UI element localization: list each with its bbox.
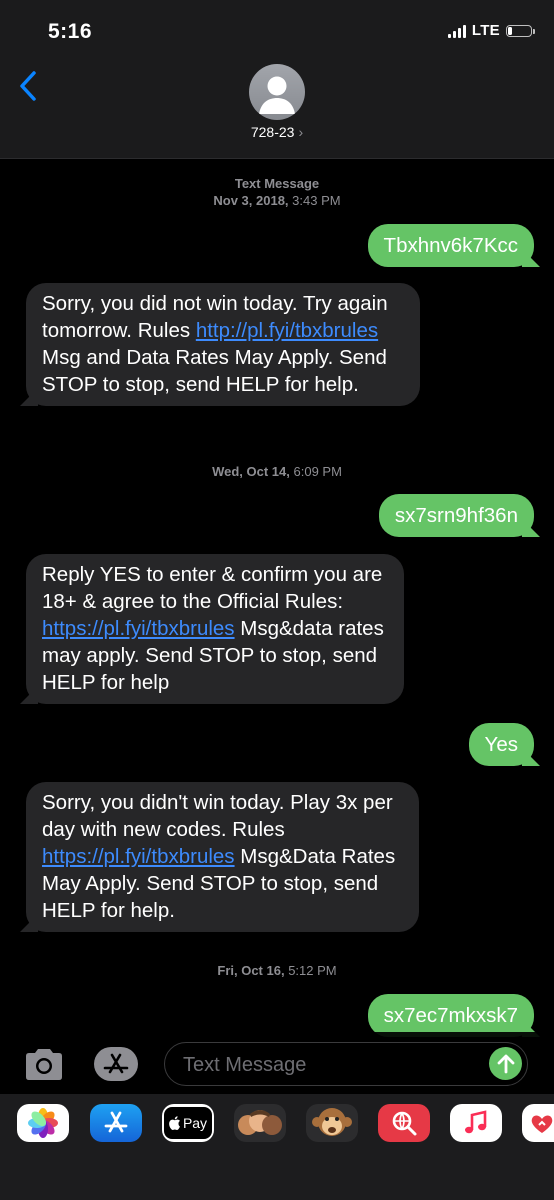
status-indicators: LTE	[447, 22, 535, 39]
back-button[interactable]	[12, 66, 44, 106]
arrow-up-icon	[497, 1054, 514, 1073]
sent-message[interactable]: Yes	[468, 723, 534, 766]
send-button[interactable]	[489, 1047, 522, 1080]
chevron-right-icon: ›	[298, 124, 304, 140]
apple-pay-badge: Pay	[164, 1107, 212, 1139]
apple-pay-icon[interactable]: Pay	[162, 1104, 214, 1142]
timestamp-time: 5:12 PM	[288, 963, 337, 978]
timestamp-date: Fri, Oct 16,	[217, 963, 285, 978]
message-text: sx7srn9hf36n	[394, 504, 518, 527]
message-text: Reply YES to enter & confirm you are 18+…	[42, 563, 383, 613]
apple-logo-icon	[169, 1116, 180, 1130]
composer-bar	[0, 1032, 554, 1094]
message-text: Msg and Data Rates May Apply. Send STOP …	[42, 346, 387, 396]
sent-message[interactable]: Tbxhnv6k7Kcc	[367, 224, 534, 267]
contact-name-button[interactable]: 728-23 ›	[0, 124, 554, 140]
message-text: Tbxhnv6k7Kcc	[383, 234, 518, 257]
globe-search-glyph	[392, 1111, 417, 1136]
message-link[interactable]: https://pl.fyi/tbxbrules	[42, 845, 235, 868]
timestamp-time: 6:09 PM	[293, 464, 342, 479]
battery-level	[508, 26, 513, 35]
timestamp-date: Wed, Oct 14,	[212, 464, 290, 479]
message-link[interactable]: http://pl.fyi/tbxbrules	[196, 319, 378, 342]
sent-message[interactable]: sx7srn9hf36n	[378, 494, 534, 537]
photos-icon[interactable]	[17, 1104, 69, 1142]
status-time: 5:16	[48, 20, 93, 43]
heart-hand-glyph	[531, 1115, 553, 1133]
timestamp-label: Text Message	[234, 176, 320, 191]
app-store-button[interactable]	[92, 1046, 140, 1082]
chevron-left-icon	[20, 71, 36, 101]
app-store-glyph	[104, 1111, 128, 1133]
conversation-header: 5:16 LTE 728-23 ›	[0, 0, 554, 159]
battery-icon	[506, 24, 535, 37]
animoji-monkey-icon[interactable]	[306, 1104, 358, 1142]
timestamp: Fri, Oct 16, 5:12 PM	[0, 962, 554, 979]
timestamp: Wed, Oct 14, 6:09 PM	[0, 463, 554, 480]
message-text: sx7ec7mkxsk7	[383, 1004, 518, 1027]
timestamp: Text Message Nov 3, 2018, 3:43 PM	[0, 175, 554, 209]
person-silhouette-icon	[259, 76, 295, 114]
app-store-icon	[94, 1047, 138, 1081]
timestamp-date: Nov 3, 2018,	[213, 193, 289, 208]
contact-avatar[interactable]	[249, 64, 305, 120]
memoji-icon[interactable]	[234, 1104, 286, 1142]
message-text: Sorry, you didn't win today. Play 3x per…	[42, 791, 393, 841]
timestamp-time: 3:43 PM	[292, 193, 341, 208]
app-store-icon[interactable]	[90, 1104, 142, 1142]
sent-message[interactable]: sx7ec7mkxsk7	[367, 994, 534, 1037]
message-input[interactable]	[181, 1049, 475, 1081]
monkey-face	[312, 1108, 352, 1136]
contact-name: 728-23	[250, 124, 295, 140]
camera-button[interactable]	[22, 1046, 66, 1082]
apple-pay-label: Pay	[182, 1115, 208, 1131]
received-message[interactable]: Sorry, you didn't win today. Play 3x per…	[26, 782, 419, 932]
photos-flower	[28, 1108, 58, 1138]
music-icon[interactable]	[450, 1104, 502, 1142]
signal-strength-icon	[447, 24, 466, 38]
digital-touch-icon[interactable]	[522, 1104, 554, 1142]
memoji-faces	[238, 1110, 282, 1135]
app-drawer: Pay	[0, 1094, 554, 1200]
camera-icon	[26, 1049, 62, 1080]
web-search-icon[interactable]	[378, 1104, 430, 1142]
network-type: LTE	[471, 22, 500, 39]
message-link[interactable]: https://pl.fyi/tbxbrules	[42, 617, 235, 640]
message-text: Yes	[484, 733, 518, 756]
received-message[interactable]: Reply YES to enter & confirm you are 18+…	[26, 554, 404, 704]
message-input-field[interactable]	[164, 1042, 528, 1086]
messages-screen: 5:16 LTE 728-23 › Text Message Nov 3, 20…	[0, 0, 554, 1200]
received-message[interactable]: Sorry, you did not win today. Try again …	[26, 283, 420, 406]
music-note-glyph	[465, 1110, 487, 1134]
